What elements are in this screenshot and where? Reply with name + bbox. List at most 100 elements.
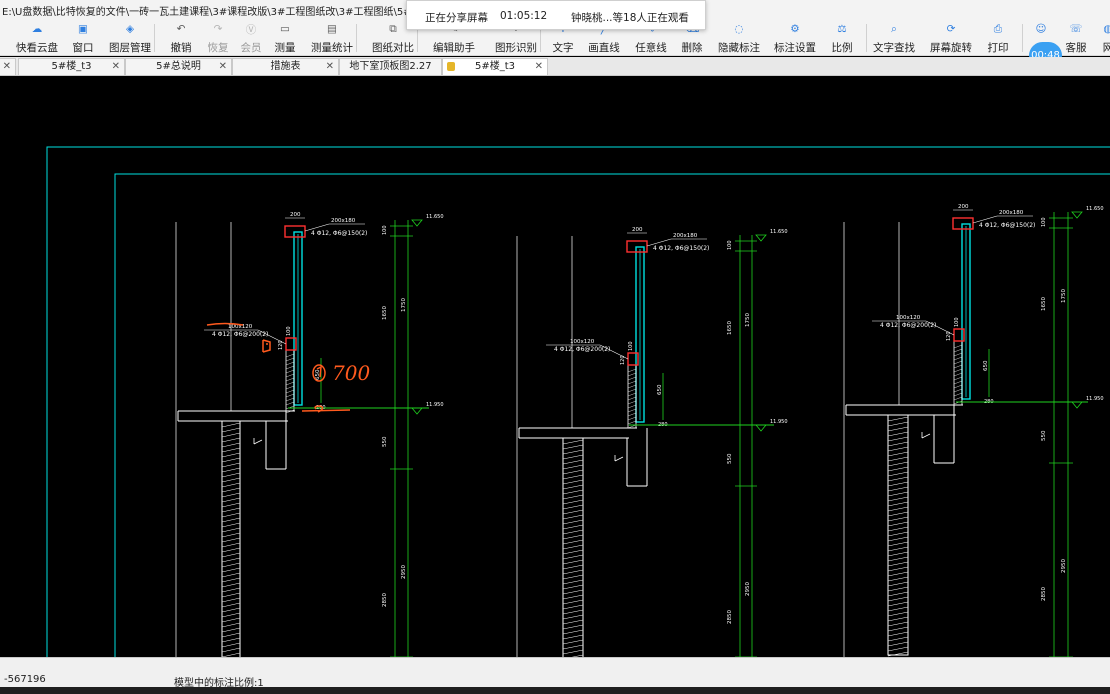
toolbar-text-search-button[interactable]: ⌕ 文字查找	[870, 18, 918, 56]
close-icon[interactable]: ✕	[3, 59, 11, 75]
toolbar-annotation-settings-button[interactable]: ⚙ 标注设置	[771, 18, 819, 56]
toolbar-label: 画直线	[588, 42, 620, 54]
handwritten-700: 700	[332, 361, 370, 385]
toolbar-cloud-button[interactable]: ☁ 快看云盘	[13, 18, 61, 56]
hatch-line	[285, 393, 295, 398]
hatch-line	[562, 494, 584, 500]
hatch-line	[562, 624, 584, 630]
hatch-line	[562, 544, 584, 550]
hatch-line	[221, 512, 241, 518]
dim-text: 100	[382, 225, 388, 235]
screen-share-banner: 正在分享屏幕 01:05:12 钟晓桃...等18人正在观看	[406, 0, 706, 30]
hatch-line	[627, 392, 637, 397]
hatch-line	[887, 441, 909, 447]
toolbar-label: 图层管理	[109, 42, 151, 54]
hatch-line	[953, 360, 963, 365]
hatch-line	[562, 519, 584, 525]
hatch-line	[627, 408, 637, 413]
close-icon[interactable]: ✕	[219, 59, 227, 75]
hatch-line	[887, 571, 909, 577]
hatch-line	[221, 502, 241, 508]
measure-icon: ▭	[280, 23, 290, 35]
hatch-line	[285, 369, 295, 374]
close-icon[interactable]: ✕	[535, 59, 543, 75]
share-viewers[interactable]: 钟晓桃...等18人正在观看	[571, 10, 689, 25]
hatch-line	[221, 497, 241, 503]
hatch-line	[887, 591, 909, 597]
tab-doc-1[interactable]: 5#楼_t3 ✕	[18, 58, 125, 75]
close-icon[interactable]: ✕	[112, 59, 120, 75]
toolbar-window-button[interactable]: ▣ 窗口	[59, 18, 107, 56]
hatch-line	[953, 368, 963, 373]
hatch-line	[887, 541, 909, 547]
toolbar-scale-button[interactable]: ⚖ 比例	[818, 18, 866, 56]
hatch-line	[562, 514, 584, 520]
tab-label: 5#楼_t3	[474, 61, 516, 72]
toolbar-measure-button[interactable]: ▭ 测量	[261, 18, 309, 56]
toolbar-layers-button[interactable]: ◈ 图层管理	[106, 18, 154, 56]
hatch-line	[285, 397, 295, 402]
toolbar-measure-stats-button[interactable]: ▤ 测量统计	[308, 18, 356, 56]
toolbar-web-button[interactable]: ◍ 网	[1084, 18, 1110, 56]
hatch-line	[887, 446, 909, 452]
hatch-line	[221, 492, 241, 498]
hatch-line	[627, 400, 637, 405]
hatch-line	[887, 501, 909, 507]
elevation-text: 11.950	[426, 402, 444, 408]
hatch-line	[953, 356, 963, 361]
hatch-line	[221, 442, 241, 448]
tab-close-leftover[interactable]: ✕	[0, 58, 16, 75]
toolbar-separator	[866, 24, 867, 52]
document-tabs: ✕ 5#楼_t3 ✕ 5#总说明 ✕ 措施表 ✕ 地下室顶板图2.27 5#楼_t3 ✕	[0, 57, 1110, 76]
elevation-marker	[411, 407, 423, 415]
dim-text: 1750	[745, 313, 751, 327]
dim-text: 100	[954, 317, 960, 327]
hatch-line	[562, 559, 584, 565]
hatch-line	[887, 556, 909, 562]
tab-doc-2[interactable]: 5#总说明 ✕	[125, 58, 232, 75]
dim-text: 1650	[727, 321, 733, 335]
hatch-line	[221, 582, 241, 588]
hatch-line	[953, 400, 963, 405]
hatch-line	[285, 365, 295, 370]
toolbar-rotate-screen-button[interactable]: ⟳ 屏幕旋转	[927, 18, 975, 56]
hatch-line	[221, 642, 241, 648]
status-bar: -567196 模型中的标注比例:1	[0, 657, 1110, 689]
toolbar-print-button[interactable]: ⎙ 打印	[974, 18, 1022, 56]
dim-text: 100	[286, 326, 292, 336]
tab-doc-5-active[interactable]: 5#楼_t3 ✕	[442, 58, 548, 75]
hatch-line	[221, 437, 241, 443]
cad-drawing: 200200x1804 Φ12, Φ6@150(2)100x1204 Φ12, …	[46, 146, 1110, 657]
hatch-line	[285, 361, 295, 366]
toolbar-label: 会员	[240, 42, 262, 54]
hatch-line	[285, 381, 295, 386]
dim-text: 100x120	[570, 339, 595, 345]
app-window: { "window": { "title": "E:\\U盘数据\\比特恢复的文…	[0, 0, 1110, 694]
hatch-line	[221, 457, 241, 463]
hatch-line	[221, 422, 241, 428]
hatch-line	[285, 385, 295, 390]
hatch-line	[562, 639, 584, 645]
hatch-line	[221, 532, 241, 538]
toolbar-hide-annotation-button[interactable]: ◌ 隐藏标注	[715, 18, 763, 56]
tab-label: 地下室顶板图2.27	[349, 61, 432, 72]
hatch-line	[887, 471, 909, 477]
hatch-line	[887, 531, 909, 537]
hatch-line	[221, 577, 241, 583]
toolbar-label: 恢复	[207, 42, 229, 54]
hatch-line	[285, 353, 295, 358]
hatch-line	[562, 539, 584, 545]
hatch-line	[221, 557, 241, 563]
hatch-line	[887, 546, 909, 552]
hatch-line	[887, 496, 909, 502]
hatch-line	[562, 589, 584, 595]
hatch-line	[887, 601, 909, 607]
close-icon[interactable]: ✕	[326, 59, 334, 75]
hatch-line	[887, 581, 909, 587]
cad-canvas[interactable]: 200 200x180 4 Φ12, Φ6@150(2) 100x120 4 Φ12, …	[0, 76, 1110, 657]
elevation-text: 11.950	[1086, 396, 1104, 402]
tab-doc-3[interactable]: 措施表 ✕	[232, 58, 339, 75]
hatch-line	[887, 606, 909, 612]
tab-doc-4[interactable]: 地下室顶板图2.27	[339, 58, 442, 75]
hatch-line	[627, 396, 637, 401]
